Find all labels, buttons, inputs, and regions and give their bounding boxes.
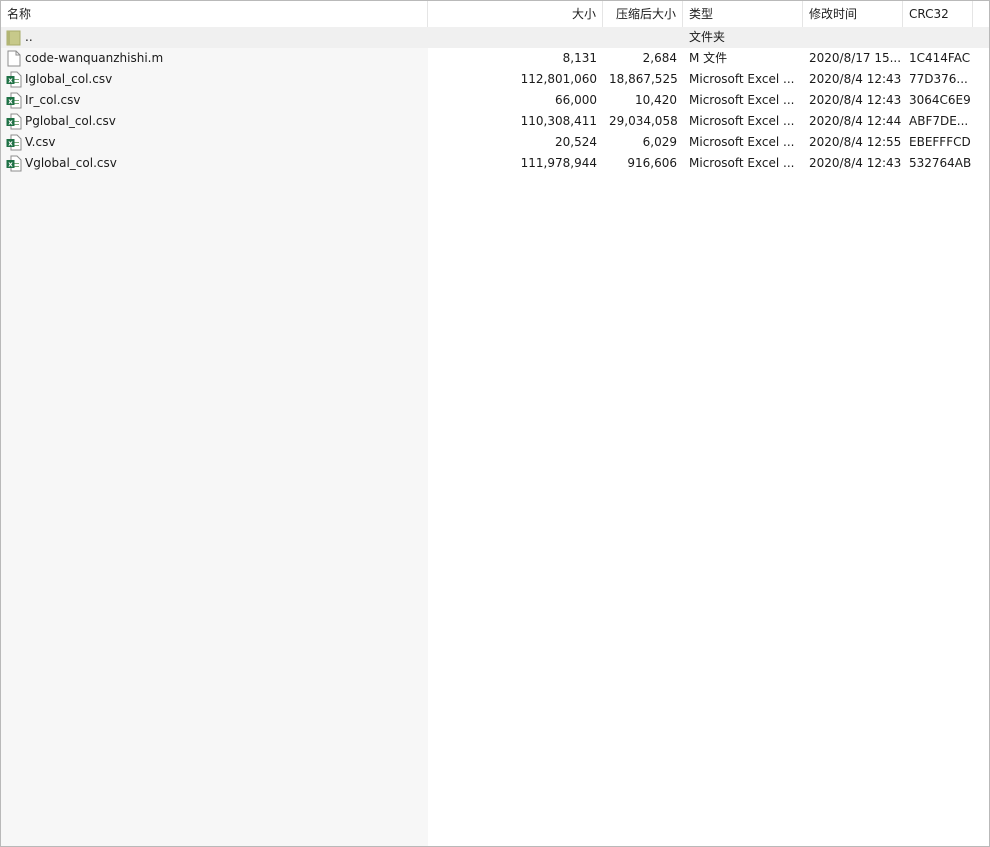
file-name: Ir_col.csv bbox=[25, 93, 81, 107]
file-row[interactable]: x Pglobal_col.csv 110,308,411 29,034,058 Mic… bbox=[1, 111, 989, 132]
file-type: Microsoft Excel ... bbox=[689, 135, 795, 149]
header-size[interactable]: 大小 bbox=[428, 1, 603, 27]
file-packed-size: 2,684 bbox=[642, 51, 677, 65]
file-type: Microsoft Excel ... bbox=[689, 156, 795, 170]
file-type: 文件夹 bbox=[689, 30, 726, 44]
column-header: 名称 ^ 大小 压缩后大小 类型 修改时间 CRC32 bbox=[1, 1, 989, 27]
file-crc32: 1C414FAC bbox=[909, 51, 971, 65]
file-list-window: 名称 ^ 大小 压缩后大小 类型 修改时间 CRC32 .. 文件夹 code-wa… bbox=[0, 0, 990, 847]
header-packed-size[interactable]: 压缩后大小 bbox=[603, 1, 683, 27]
file-packed-size: 10,420 bbox=[635, 93, 677, 107]
file-size: 8,131 bbox=[562, 51, 597, 65]
file-packed-size: 6,029 bbox=[642, 135, 677, 149]
file-name: code-wanquanzhishi.m bbox=[25, 51, 164, 65]
file-name: Vglobal_col.csv bbox=[25, 156, 117, 170]
file-list: .. 文件夹 code-wanquanzhishi.m 8,131 2,684 M 文件 2… bbox=[1, 27, 989, 174]
file-type: Microsoft Excel ... bbox=[689, 72, 795, 86]
header-name-label: 名称 bbox=[7, 7, 32, 21]
file-modified: 2020/8/4 12:55 bbox=[809, 135, 902, 149]
file-crc32: EBEFFFCD bbox=[909, 135, 971, 149]
file-size: 111,978,944 bbox=[520, 156, 597, 170]
sort-ascending-icon: ^ bbox=[211, 1, 220, 8]
file-modified: 2020/8/17 15... bbox=[809, 51, 902, 65]
file-crc32: ABF7DE... bbox=[909, 114, 969, 128]
file-row[interactable]: code-wanquanzhishi.m 8,131 2,684 M 文件 2020/8… bbox=[1, 48, 989, 69]
file-crc32: 77D376... bbox=[909, 72, 968, 86]
file-size: 66,000 bbox=[555, 93, 597, 107]
file-type: M 文件 bbox=[689, 51, 728, 65]
file-crc32: 532764AB bbox=[909, 156, 972, 170]
file-size: 112,801,060 bbox=[520, 72, 597, 86]
file-name: Iglobal_col.csv bbox=[25, 72, 113, 86]
file-packed-size: 916,606 bbox=[627, 156, 677, 170]
file-packed-size bbox=[603, 27, 683, 48]
file-row[interactable]: x Ir_col.csv 66,000 10,420 Microsoft Excel .… bbox=[1, 90, 989, 111]
header-modified[interactable]: 修改时间 bbox=[803, 1, 903, 27]
file-crc32: 3064C6E9 bbox=[909, 93, 971, 107]
file-packed-size: 18,867,525 bbox=[609, 72, 678, 86]
file-modified: 2020/8/4 12:43 bbox=[809, 156, 902, 170]
header-type[interactable]: 类型 bbox=[683, 1, 803, 27]
header-name[interactable]: 名称 ^ bbox=[1, 1, 428, 27]
file-row[interactable]: x Iglobal_col.csv 112,801,060 18,867,525 Mic… bbox=[1, 69, 989, 90]
file-name: V.csv bbox=[25, 135, 56, 149]
parent-folder-row[interactable]: .. 文件夹 bbox=[1, 27, 989, 48]
file-row[interactable]: x Vglobal_col.csv 111,978,944 916,606 Micros… bbox=[1, 153, 989, 174]
file-size: 110,308,411 bbox=[520, 114, 597, 128]
file-type: Microsoft Excel ... bbox=[689, 114, 795, 128]
file-crc32 bbox=[903, 27, 973, 48]
file-modified: 2020/8/4 12:44 bbox=[809, 114, 902, 128]
file-modified: 2020/8/4 12:43 bbox=[809, 93, 902, 107]
file-type: Microsoft Excel ... bbox=[689, 93, 795, 107]
file-packed-size: 29,034,058 bbox=[609, 114, 678, 128]
file-name: .. bbox=[25, 30, 33, 44]
file-size: 20,524 bbox=[555, 135, 597, 149]
file-size bbox=[428, 27, 603, 48]
file-modified: 2020/8/4 12:43 bbox=[809, 72, 902, 86]
file-row[interactable]: x V.csv 20,524 6,029 Microsoft Excel ... 2020… bbox=[1, 132, 989, 153]
file-modified bbox=[803, 27, 903, 48]
header-crc32[interactable]: CRC32 bbox=[903, 1, 973, 27]
file-name: Pglobal_col.csv bbox=[25, 114, 116, 128]
